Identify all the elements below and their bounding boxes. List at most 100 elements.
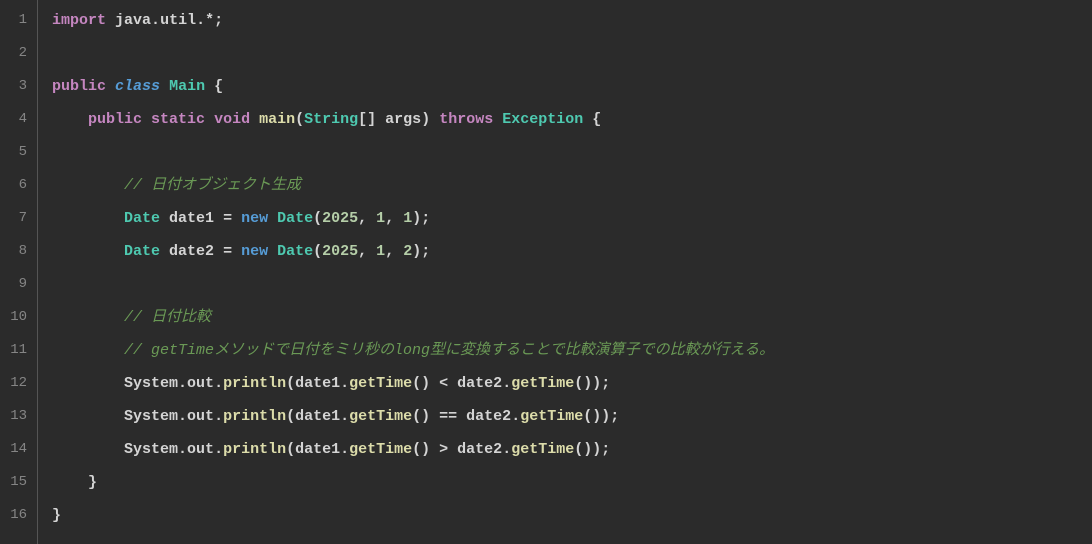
code-token: ( <box>313 210 322 227</box>
code-token: Date <box>277 210 313 227</box>
line-number: 6 <box>0 169 37 202</box>
code-token: ( <box>295 111 304 128</box>
code-token: public <box>52 78 106 95</box>
line-number: 9 <box>0 268 37 301</box>
code-token: java <box>115 12 151 29</box>
code-token: Exception <box>502 111 583 128</box>
code-line[interactable]: } <box>52 499 1092 532</box>
line-number: 4 <box>0 103 37 136</box>
code-line[interactable]: Date date2 = new Date(2025, 1, 2); <box>52 235 1092 268</box>
code-token: 2025 <box>322 243 358 260</box>
code-token: date2 <box>457 375 502 392</box>
code-token: . <box>178 375 187 392</box>
line-number: 3 <box>0 70 37 103</box>
code-token: date1 <box>295 441 340 458</box>
code-editor[interactable]: import java.util.*; public class Main { p… <box>38 0 1092 544</box>
code-token: () < <box>412 375 457 392</box>
code-token: getTime <box>349 375 412 392</box>
code-line[interactable]: // 日付比較 <box>52 301 1092 334</box>
code-token: ( <box>286 441 295 458</box>
code-token: date1 <box>295 408 340 425</box>
code-token: out <box>187 441 214 458</box>
code-token: String <box>304 111 358 128</box>
code-line[interactable]: System.out.println(date1.getTime() == da… <box>52 400 1092 433</box>
code-line[interactable]: public class Main { <box>52 70 1092 103</box>
code-token: 2 <box>403 243 412 260</box>
code-token <box>52 375 124 392</box>
code-token: , <box>385 210 403 227</box>
code-token: ()); <box>574 441 610 458</box>
code-token: public <box>88 111 142 128</box>
code-token <box>160 210 169 227</box>
code-line[interactable]: System.out.println(date1.getTime() > dat… <box>52 433 1092 466</box>
code-line[interactable]: } <box>52 466 1092 499</box>
line-number: 2 <box>0 37 37 70</box>
line-number-gutter: 12345678910111213141516 <box>0 0 38 544</box>
code-line[interactable] <box>52 268 1092 301</box>
code-token <box>52 210 124 227</box>
code-token: ( <box>313 243 322 260</box>
code-token: out <box>187 408 214 425</box>
code-token: void <box>214 111 250 128</box>
code-token <box>160 78 169 95</box>
code-line[interactable] <box>52 136 1092 169</box>
code-token: { <box>205 78 223 95</box>
code-token: main <box>259 111 295 128</box>
code-token <box>52 177 124 194</box>
code-token: 1 <box>376 210 385 227</box>
line-number: 7 <box>0 202 37 235</box>
code-token: { <box>583 111 601 128</box>
code-token <box>52 342 124 359</box>
code-token: . <box>214 408 223 425</box>
code-token: () == <box>412 408 466 425</box>
code-token <box>106 12 115 29</box>
code-token: . <box>340 408 349 425</box>
code-token: // 日付オブジェクト生成 <box>124 177 301 194</box>
code-token: args <box>385 111 421 128</box>
code-token: . <box>178 408 187 425</box>
code-token <box>205 111 214 128</box>
code-token: Date <box>124 210 160 227</box>
code-token: ( <box>286 375 295 392</box>
code-token: date2 <box>457 441 502 458</box>
code-token: // getTimeメソッドで日付をミリ秒のlong型に変換することで比較演算子… <box>124 342 774 359</box>
code-token: .*; <box>196 12 223 29</box>
code-token: date1 <box>169 210 214 227</box>
code-line[interactable]: Date date1 = new Date(2025, 1, 1); <box>52 202 1092 235</box>
code-token: out <box>187 375 214 392</box>
code-line[interactable]: // getTimeメソッドで日付をミリ秒のlong型に変換することで比較演算子… <box>52 334 1092 367</box>
code-token: } <box>52 507 61 524</box>
line-number: 1 <box>0 4 37 37</box>
code-token: ()); <box>583 408 619 425</box>
line-number: 10 <box>0 301 37 334</box>
code-line[interactable]: public static void main(String[] args) t… <box>52 103 1092 136</box>
code-token: new <box>241 243 268 260</box>
line-number: 11 <box>0 334 37 367</box>
code-token <box>142 111 151 128</box>
code-token: , <box>358 210 376 227</box>
line-number: 12 <box>0 367 37 400</box>
line-number: 8 <box>0 235 37 268</box>
code-token: println <box>223 441 286 458</box>
line-number: 5 <box>0 136 37 169</box>
code-line[interactable]: import java.util.*; <box>52 4 1092 37</box>
code-line[interactable]: System.out.println(date1.getTime() < dat… <box>52 367 1092 400</box>
code-token: 1 <box>376 243 385 260</box>
code-token: = <box>214 243 241 260</box>
code-line[interactable]: // 日付オブジェクト生成 <box>52 169 1092 202</box>
code-token: date2 <box>169 243 214 260</box>
code-token: getTime <box>511 375 574 392</box>
code-token: getTime <box>520 408 583 425</box>
code-token <box>52 408 124 425</box>
code-token: Date <box>277 243 313 260</box>
code-token: . <box>151 12 160 29</box>
code-token: println <box>223 408 286 425</box>
line-number: 13 <box>0 400 37 433</box>
code-token: System <box>124 408 178 425</box>
code-token: . <box>340 441 349 458</box>
code-token: ); <box>412 210 430 227</box>
code-line[interactable] <box>52 37 1092 70</box>
code-token: Date <box>124 243 160 260</box>
code-token: ); <box>412 243 430 260</box>
code-token: . <box>178 441 187 458</box>
